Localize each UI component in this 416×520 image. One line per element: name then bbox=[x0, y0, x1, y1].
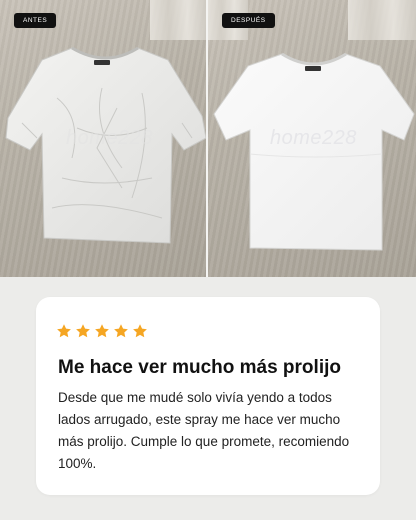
review-title: Me hace ver mucho más prolijo bbox=[58, 357, 341, 378]
star-icon bbox=[76, 324, 90, 338]
star-rating bbox=[56, 323, 148, 339]
smooth-shirt-image bbox=[213, 52, 415, 251]
star-icon bbox=[114, 324, 128, 338]
star-icon bbox=[133, 324, 147, 338]
star-icon bbox=[95, 324, 109, 338]
curtain bbox=[348, 0, 416, 40]
after-badge: DESPUÉS bbox=[222, 13, 275, 28]
before-photo: ANTES home228 bbox=[0, 0, 206, 277]
review-body: Desde que me mudé solo vivía yendo a tod… bbox=[58, 390, 350, 471]
watermark: home228 bbox=[66, 127, 153, 149]
curtain bbox=[150, 0, 206, 40]
star-icon bbox=[57, 324, 71, 338]
review-card: Me hace ver mucho más prolijo Desde que … bbox=[36, 297, 380, 495]
before-after-photos: ANTES home228 DESPUÉS home228 bbox=[0, 0, 416, 277]
before-badge: ANTES bbox=[14, 13, 57, 28]
after-photo: DESPUÉS home228 bbox=[208, 0, 416, 277]
watermark: home228 bbox=[270, 127, 357, 149]
